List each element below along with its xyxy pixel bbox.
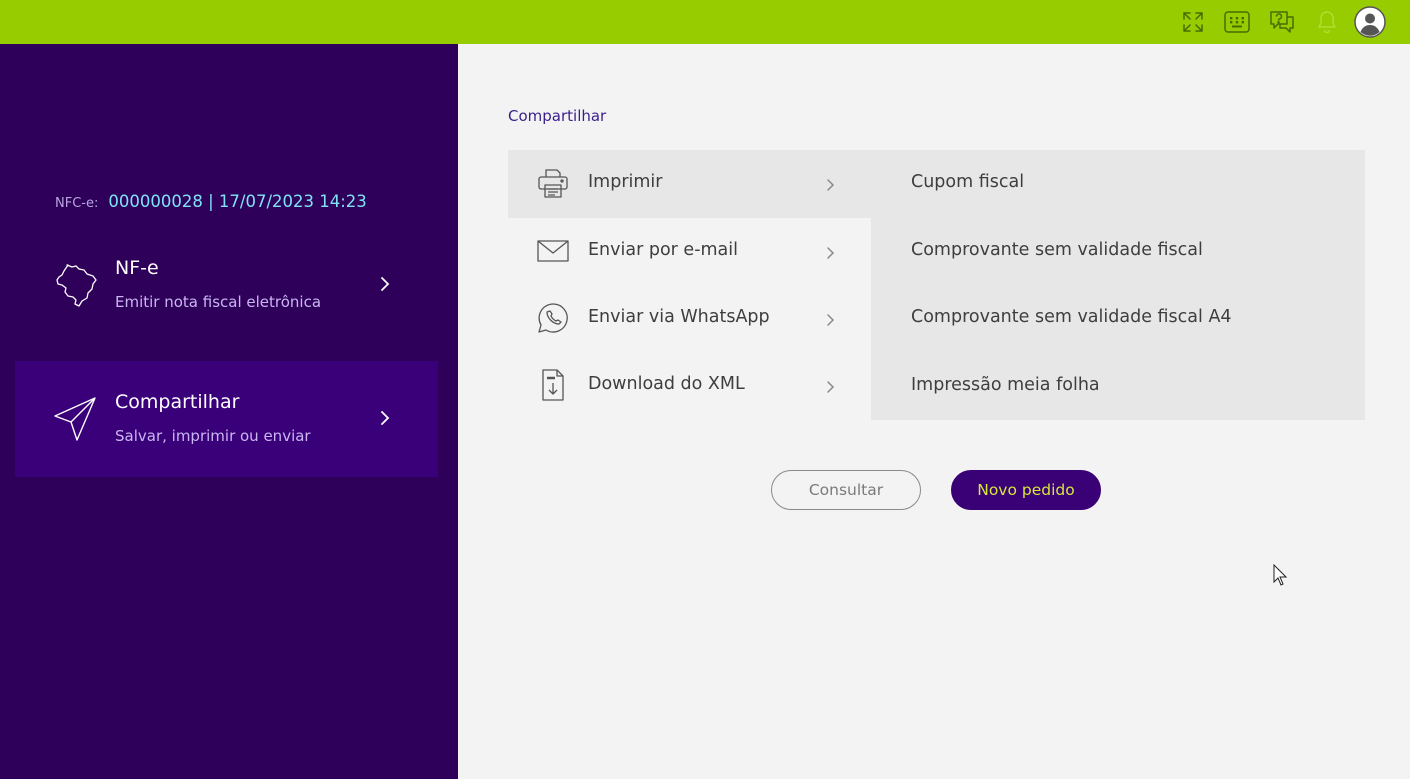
print-options-panel: Cupom fiscal Comprovante sem validade fi… xyxy=(871,150,1365,420)
sidebar: NFC-e: 000000028 | 17/07/2023 14:23 NF-e… xyxy=(0,44,458,779)
nfce-value: 000000028 | 17/07/2023 14:23 xyxy=(108,192,367,211)
printer-icon xyxy=(536,166,570,200)
consultar-button[interactable]: Consultar xyxy=(771,470,921,510)
option-enviar-email[interactable]: Enviar por e-mail xyxy=(508,218,871,286)
option-label: Download do XML xyxy=(588,374,745,394)
nfce-label: NFC-e: xyxy=(55,196,99,211)
print-option-cupom-fiscal[interactable]: Cupom fiscal xyxy=(911,172,1024,192)
chevron-right-icon xyxy=(824,379,836,393)
nfce-info: NFC-e: 000000028 | 17/07/2023 14:23 xyxy=(55,192,367,211)
sidebar-item-subtitle: Emitir nota fiscal eletrônica xyxy=(115,293,322,311)
share-options-list: Imprimir Enviar por e-mail Enviar via Wh… xyxy=(508,150,871,420)
chevron-right-icon xyxy=(824,245,836,259)
top-bar xyxy=(0,0,1410,44)
mouse-cursor-icon xyxy=(1273,563,1288,586)
sidebar-item-nfe[interactable]: NF-e Emitir nota fiscal eletrônica xyxy=(15,227,438,343)
chevron-right-icon xyxy=(824,312,836,326)
option-label: Enviar por e-mail xyxy=(588,240,738,260)
help-chat-icon[interactable] xyxy=(1265,5,1299,39)
sidebar-item-subtitle: Salvar, imprimir ou enviar xyxy=(115,427,311,445)
chevron-right-icon xyxy=(824,177,836,191)
sidebar-item-title: NF-e xyxy=(115,257,159,279)
option-imprimir[interactable]: Imprimir xyxy=(508,150,871,218)
bell-icon[interactable] xyxy=(1310,5,1344,39)
print-option-meia-folha[interactable]: Impressão meia folha xyxy=(911,375,1100,395)
user-avatar-icon[interactable] xyxy=(1353,5,1387,39)
sidebar-item-compartilhar[interactable]: Compartilhar Salvar, imprimir ou enviar xyxy=(15,361,438,477)
chevron-right-icon xyxy=(377,275,393,293)
print-option-comprovante[interactable]: Comprovante sem validade fiscal xyxy=(911,240,1203,260)
option-label: Enviar via WhatsApp xyxy=(588,307,770,327)
chevron-right-icon xyxy=(377,409,393,427)
option-download-xml[interactable]: Download do XML xyxy=(508,352,871,420)
option-enviar-whatsapp[interactable]: Enviar via WhatsApp xyxy=(508,285,871,353)
xml-download-icon xyxy=(536,368,570,402)
print-option-comprovante-a4[interactable]: Comprovante sem validade fiscal A4 xyxy=(911,307,1232,327)
keypad-icon[interactable] xyxy=(1220,5,1254,39)
whatsapp-icon xyxy=(536,301,570,335)
send-icon xyxy=(51,394,101,444)
breadcrumb[interactable]: Compartilhar xyxy=(508,107,606,125)
brazil-map-icon xyxy=(51,260,101,310)
fullscreen-icon[interactable] xyxy=(1176,5,1210,39)
novo-pedido-button[interactable]: Novo pedido xyxy=(951,470,1101,510)
option-label: Imprimir xyxy=(588,172,663,192)
sidebar-item-title: Compartilhar xyxy=(115,391,240,413)
mail-icon xyxy=(536,234,570,268)
